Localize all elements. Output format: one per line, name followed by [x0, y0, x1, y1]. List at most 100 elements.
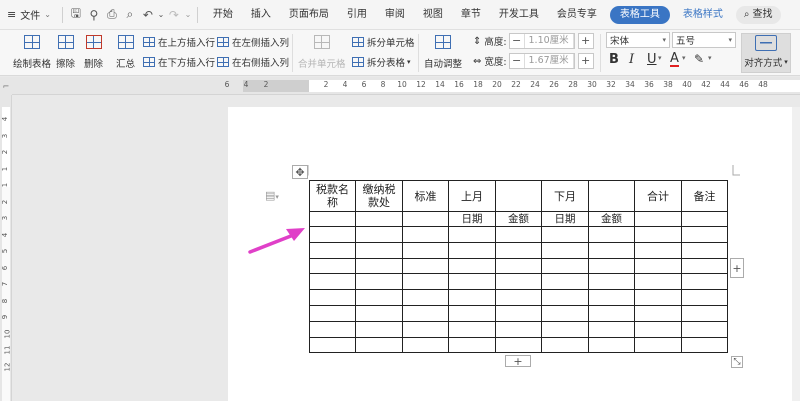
table-cell[interactable]: [541, 336, 589, 354]
table-cell[interactable]: [634, 336, 682, 354]
table-cell[interactable]: [448, 304, 496, 322]
table-cell[interactable]: [588, 226, 635, 243]
font-name-select[interactable]: 宋体 ▾: [606, 32, 670, 48]
table-cell[interactable]: 标准: [402, 180, 449, 212]
table-cell[interactable]: [402, 304, 449, 322]
tab-insert[interactable]: 插入: [242, 0, 280, 30]
table-cell[interactable]: [448, 226, 496, 243]
tab-page-layout[interactable]: 页面布局: [280, 0, 338, 30]
table-cell[interactable]: [588, 289, 635, 306]
format-painter-icon[interactable]: ⚲: [85, 0, 103, 30]
table-cell[interactable]: [588, 273, 635, 291]
table-cell[interactable]: [448, 257, 496, 275]
table-cell[interactable]: [309, 289, 356, 306]
tab-chapter[interactable]: 章节: [452, 0, 490, 30]
table-cell[interactable]: 缴纳税 款处: [355, 180, 403, 212]
redo-icon[interactable]: ↷: [165, 0, 183, 30]
tab-table-tools[interactable]: 表格工具: [609, 5, 670, 24]
table-cell[interactable]: 金额: [588, 211, 635, 227]
table-cell[interactable]: [681, 320, 728, 338]
table-cell[interactable]: [541, 273, 589, 291]
row-height-increase[interactable]: +: [577, 33, 594, 49]
table-cell[interactable]: [541, 304, 589, 322]
table-cell[interactable]: [495, 304, 542, 322]
col-width-value[interactable]: 1.67厘米: [523, 54, 574, 68]
tab-references[interactable]: 引用: [338, 0, 376, 30]
font-color-dropdown-icon[interactable]: ▾: [682, 54, 686, 62]
bold-button[interactable]: B: [609, 52, 619, 67]
font-size-select[interactable]: 五号 ▾: [672, 32, 736, 48]
tab-developer[interactable]: 开发工具: [490, 0, 548, 30]
table-cell[interactable]: 税款名称: [309, 180, 356, 212]
table-cell[interactable]: [402, 241, 449, 259]
table-cell[interactable]: 日期: [448, 211, 496, 227]
table-cell[interactable]: [355, 320, 403, 338]
italic-button[interactable]: I: [629, 52, 634, 67]
insert-col-right-button[interactable]: 在右侧插入列: [217, 55, 289, 69]
insert-col-left-button[interactable]: 在左侧插入列: [217, 35, 289, 49]
table-cell[interactable]: [634, 226, 682, 243]
document-table[interactable]: 税款名称缴纳税 款处 标准 上月 下月 合计 备注 日期 金额 日期 金额: [309, 180, 728, 354]
col-width-increase[interactable]: +: [577, 53, 594, 69]
row-height-stepper[interactable]: − 1.10厘米: [508, 33, 575, 49]
table-cell[interactable]: [681, 273, 728, 291]
search-button[interactable]: ⌕ 查找: [735, 5, 781, 24]
table-cell[interactable]: [541, 241, 589, 259]
row-height-value[interactable]: 1.10厘米: [523, 34, 574, 48]
table-cell[interactable]: [495, 273, 542, 291]
table-cell[interactable]: [355, 257, 403, 275]
tab-view[interactable]: 视图: [414, 0, 452, 30]
merge-cells-button[interactable]: 合并单元格: [298, 33, 346, 70]
print-preview-icon[interactable]: ⌕: [121, 0, 139, 30]
table-cell[interactable]: [588, 320, 635, 338]
table-cell[interactable]: [402, 226, 449, 243]
paste-options-icon[interactable]: ▤▾: [265, 189, 279, 202]
table-cell[interactable]: [495, 241, 542, 259]
table-cell[interactable]: 下月: [541, 180, 589, 212]
tab-home[interactable]: 开始: [204, 0, 242, 30]
table-cell[interactable]: [355, 211, 403, 227]
table-cell[interactable]: [681, 257, 728, 275]
table-cell[interactable]: [495, 226, 542, 243]
table-cell[interactable]: [448, 241, 496, 259]
table-cell[interactable]: [495, 257, 542, 275]
table-cell[interactable]: [448, 336, 496, 354]
table-cell[interactable]: [634, 320, 682, 338]
table-cell[interactable]: [448, 320, 496, 338]
table-cell[interactable]: [634, 273, 682, 291]
table-cell[interactable]: [588, 304, 635, 322]
table-cell[interactable]: [588, 241, 635, 259]
auto-fit-button[interactable]: 自动调整: [424, 33, 462, 70]
undo-dropdown-icon[interactable]: ⌄: [157, 0, 165, 30]
tab-member[interactable]: 会员专享: [548, 0, 606, 30]
table-cell[interactable]: 日期: [541, 211, 589, 227]
table-cell[interactable]: 备注: [681, 180, 728, 212]
font-color-button[interactable]: A: [670, 52, 679, 67]
table-cell[interactable]: [355, 289, 403, 306]
table-cell[interactable]: [309, 226, 356, 243]
table-cell[interactable]: [355, 226, 403, 243]
table-cell[interactable]: [681, 289, 728, 306]
table-cell[interactable]: [402, 320, 449, 338]
table-move-handle[interactable]: ✥: [292, 165, 308, 179]
underline-dropdown-icon[interactable]: ▾: [658, 54, 662, 62]
file-menu[interactable]: ≡ 文件 ⌄: [0, 0, 58, 30]
erase-button[interactable]: 擦除: [56, 33, 75, 70]
tab-review[interactable]: 审阅: [376, 0, 414, 30]
table-cell[interactable]: 金额: [495, 211, 542, 227]
table-resize-handle[interactable]: ⤡: [731, 356, 743, 368]
delete-button[interactable]: 删除: [84, 33, 103, 70]
summary-button[interactable]: 汇总: [116, 33, 135, 70]
table-cell[interactable]: [309, 304, 356, 322]
split-cells-button[interactable]: 拆分单元格: [352, 35, 415, 49]
table-cell[interactable]: [402, 211, 449, 227]
customize-icon[interactable]: ⌄: [183, 0, 193, 30]
table-cell[interactable]: [634, 289, 682, 306]
print-icon[interactable]: ⎙: [103, 0, 121, 30]
table-cell[interactable]: [495, 289, 542, 306]
insert-row-above-button[interactable]: 在上方插入行: [143, 35, 215, 49]
table-cell[interactable]: [681, 304, 728, 322]
table-cell[interactable]: [355, 241, 403, 259]
table-cell[interactable]: [634, 211, 682, 227]
table-cell[interactable]: [681, 336, 728, 354]
